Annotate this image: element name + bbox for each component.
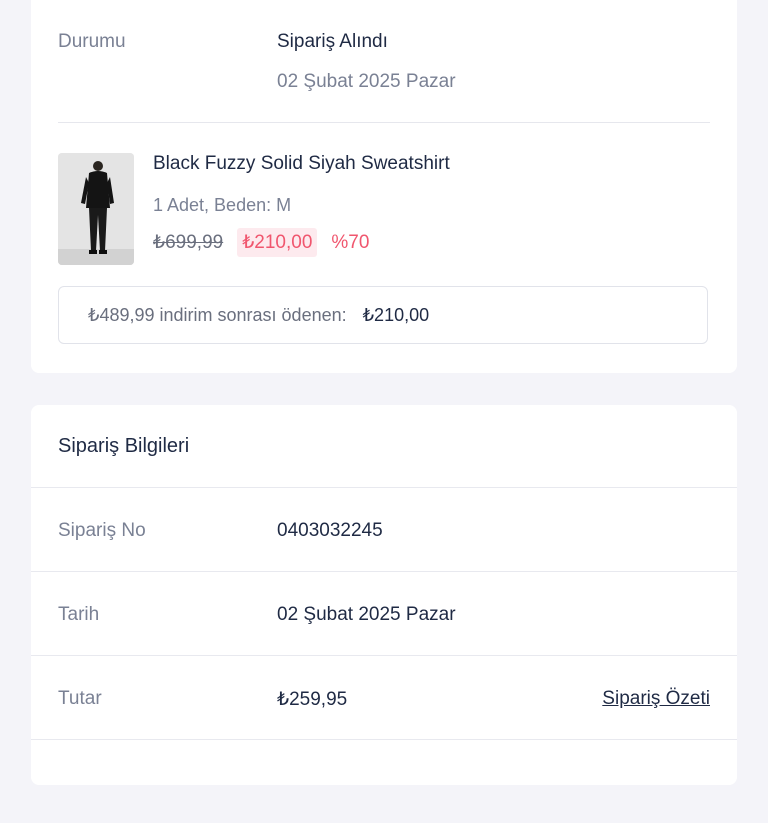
order-date-row: Tarih 02 Şubat 2025 Pazar xyxy=(31,571,737,655)
product-photo-icon xyxy=(58,153,134,265)
product-name[interactable]: Black Fuzzy Solid Siyah Sweatshirt xyxy=(153,153,450,175)
divider xyxy=(58,122,710,123)
paid-amount: ₺210,00 xyxy=(362,304,430,325)
order-total-row: Tutar ₺259,95 Sipariş Özeti xyxy=(31,655,737,739)
order-status-card: Durumu Sipariş Alındı 02 Şubat 2025 Paza… xyxy=(31,0,737,373)
payment-summary-box: ₺489,99 indirim sonrası ödenen: ₺210,00 xyxy=(58,286,708,344)
order-date-label: Tarih xyxy=(58,604,100,625)
product-image[interactable] xyxy=(58,153,134,265)
status-date: 02 Şubat 2025 Pazar xyxy=(277,71,456,92)
sale-price: ₺210,00 xyxy=(237,228,318,257)
order-summary-link[interactable]: Sipariş Özeti xyxy=(602,688,710,710)
order-date-value: 02 Şubat 2025 Pazar xyxy=(277,604,456,625)
status-value: Sipariş Alındı xyxy=(277,31,388,52)
next-row xyxy=(31,739,737,823)
status-label: Durumu xyxy=(58,31,126,52)
order-total-label: Tutar xyxy=(58,688,102,709)
original-price: ₺699,99 xyxy=(153,232,224,253)
order-number-value: 0403032245 xyxy=(277,520,383,541)
discount-summary-text: ₺489,99 indirim sonrası ödenen: xyxy=(88,304,347,325)
order-number-row: Sipariş No 0403032245 xyxy=(31,487,737,571)
order-info-title: Sipariş Bilgileri xyxy=(58,435,190,457)
product-quantity-size: 1 Adet, Beden: M xyxy=(153,195,292,215)
price-row: ₺699,99 ₺210,00 %70 xyxy=(153,228,369,257)
order-total-value: ₺259,95 xyxy=(277,689,348,710)
discount-percent: %70 xyxy=(331,231,370,253)
order-number-label: Sipariş No xyxy=(58,520,146,541)
order-info-card: Sipariş Bilgileri Sipariş No 0403032245 … xyxy=(31,405,737,785)
